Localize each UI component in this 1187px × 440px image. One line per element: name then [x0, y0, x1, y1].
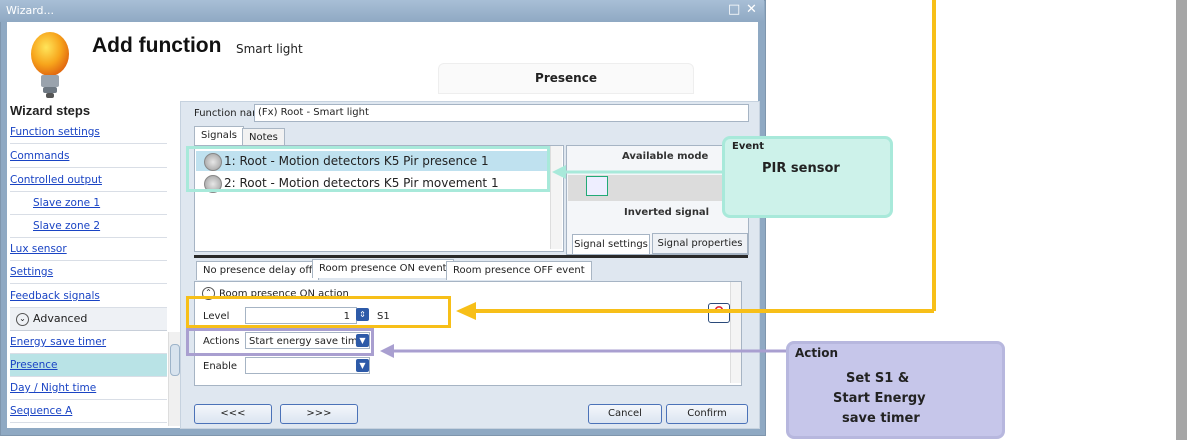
window-title: Wizard... — [6, 4, 55, 17]
action-callout-line: Set S1 & — [846, 371, 910, 386]
tab-room-presence-on[interactable]: Room presence ON event — [312, 259, 454, 278]
previous-button[interactable]: <<< — [194, 404, 272, 424]
action-callout-line: Start Energy — [833, 391, 926, 406]
available-mode-label: Available mode — [622, 151, 709, 162]
tab-no-presence-delay-off[interactable]: No presence delay off — [196, 261, 320, 280]
nav-item-sequence-a[interactable]: Sequence A — [10, 400, 167, 423]
nav-item-day-night-time[interactable]: Day / Night time — [10, 377, 167, 400]
nav-item-feedback-signals[interactable]: Feedback signals — [10, 285, 167, 308]
signals-scrollbar[interactable] — [550, 146, 562, 249]
page-title: Add function — [92, 34, 222, 57]
lightbulb-icon — [31, 32, 69, 98]
chevron-down-icon: ⌄ — [16, 312, 29, 326]
action-callout-line: save timer — [842, 411, 920, 426]
nav-item-lux-sensor[interactable]: Lux sensor — [10, 238, 167, 261]
wizard-steps-heading: Wizard steps — [10, 103, 91, 118]
nav-item-controlled-output[interactable]: Controlled output — [10, 169, 167, 192]
next-button[interactable]: >>> — [280, 404, 358, 424]
signals-highlight — [186, 146, 550, 192]
close-icon[interactable]: ✕ — [746, 2, 757, 17]
nav-item-energy-save-timer[interactable]: Energy save timer — [10, 331, 167, 354]
tab-signal-properties[interactable]: Signal properties — [652, 233, 748, 254]
nav-item-commands[interactable]: Commands — [10, 145, 167, 168]
maximize-icon[interactable]: □ — [728, 2, 740, 17]
nav-item-settings[interactable]: Settings — [10, 261, 167, 284]
nav-item-function-settings[interactable]: Function settings — [10, 121, 167, 144]
event-callout-title: Event — [732, 141, 765, 152]
mode-option-icon[interactable] — [586, 176, 608, 196]
nav-item-slave-zone-1[interactable]: Slave zone 1 — [10, 192, 167, 215]
inverted-signal-label: Inverted signal — [624, 207, 710, 218]
nav-advanced-label: Advanced — [33, 312, 88, 325]
tab-presence[interactable]: Presence — [438, 63, 694, 94]
tab-signals[interactable]: Signals — [194, 126, 244, 145]
nav-advanced-toggle[interactable]: ⌄ Advanced — [10, 308, 167, 331]
nav-item-presence[interactable]: Presence — [10, 354, 167, 377]
enable-select[interactable] — [245, 357, 370, 374]
enable-label: Enable — [203, 361, 238, 372]
cancel-button[interactable]: Cancel — [588, 404, 662, 424]
nav-scroll-thumb[interactable] — [170, 344, 180, 376]
function-name-input[interactable]: (Fx) Root - Smart light — [254, 104, 749, 122]
right-edge-bar — [1176, 0, 1187, 440]
actions-highlight — [186, 328, 374, 356]
title-bar: Wizard... □ ✕ — [0, 0, 764, 22]
tab-signal-settings[interactable]: Signal settings — [572, 234, 650, 255]
panel-divider — [194, 255, 748, 258]
nav-item-slave-zone-2[interactable]: Slave zone 2 — [10, 215, 167, 238]
confirm-button[interactable]: Confirm — [666, 404, 748, 424]
event-scrollbar[interactable] — [730, 282, 741, 383]
undo-icon: ↶ — [712, 304, 724, 319]
level-highlight — [186, 296, 451, 328]
event-callout-text: PIR sensor — [762, 161, 840, 176]
chevron-down-icon[interactable]: ▼ — [356, 359, 369, 372]
action-callout-title: Action — [795, 346, 839, 360]
page-subtitle: Smart light — [236, 42, 303, 56]
tab-room-presence-off[interactable]: Room presence OFF event — [446, 261, 592, 280]
